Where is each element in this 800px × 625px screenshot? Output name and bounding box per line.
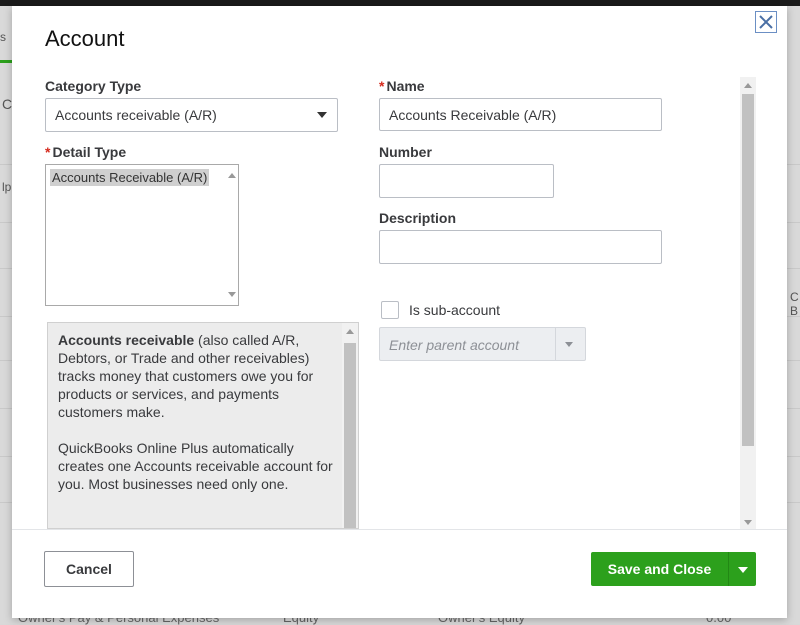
save-options-dropdown[interactable] [729,552,756,586]
chevron-down-icon [738,567,748,573]
category-type-select[interactable]: Accounts receivable (A/R) [45,98,338,132]
name-label-text: Name [386,78,425,94]
name-label: * Name [379,78,425,94]
scroll-up-icon[interactable] [744,83,752,88]
detail-type-label: * Detail Type [45,144,126,160]
required-marker: * [379,78,385,94]
background-tab-fragment: s [0,30,6,44]
description-field[interactable] [379,230,662,264]
description-bold-term: Accounts receivable [58,332,195,348]
background-edge-letter: lp [2,180,12,194]
background-active-tab-indicator [0,60,12,63]
detail-type-option[interactable]: Accounts Receivable (A/R) [50,169,210,186]
form-scroll-thumb[interactable] [742,94,754,446]
category-type-value: Accounts receivable (A/R) [55,107,217,123]
parent-account-placeholder: Enter parent account [389,337,519,353]
background-edge-letter: C B [790,290,799,318]
description-scrollbar[interactable] [342,323,358,528]
scroll-up-icon[interactable] [346,329,354,334]
save-and-close-button[interactable]: Save and Close [591,552,728,586]
number-field[interactable] [379,164,554,198]
required-marker: * [45,144,51,160]
detail-type-description: Accounts receivable (also called A/R, De… [47,322,359,529]
parent-account-select: Enter parent account [379,327,586,361]
close-button[interactable] [755,11,777,33]
chevron-down-icon [565,342,573,347]
background-edge-letter: C [2,96,13,112]
description-scroll-thumb[interactable] [344,343,356,528]
sub-account-label[interactable]: Is sub-account [409,302,500,318]
number-label: Number [379,144,432,160]
detail-type-label-text: Detail Type [52,144,127,160]
name-field[interactable] [379,98,662,131]
account-modal: Account Category Type Accounts receivabl… [12,6,787,618]
description-paragraph-2: QuickBooks Online Plus automatically cre… [58,440,333,492]
scroll-down-icon[interactable] [744,520,752,525]
detail-type-listbox[interactable]: Accounts Receivable (A/R) [45,164,239,306]
cancel-button[interactable]: Cancel [44,551,134,587]
scroll-down-icon[interactable] [228,292,236,297]
save-and-close-button-group: Save and Close [591,552,756,586]
modal-title: Account [45,26,125,51]
category-type-label: Category Type [45,78,142,94]
description-label: Description [379,210,457,226]
chevron-down-icon [317,112,327,118]
select-divider [555,328,556,360]
footer-divider [12,529,787,530]
description-text: Accounts receivable (also called A/R, De… [58,331,338,511]
sub-account-checkbox[interactable] [381,301,399,319]
close-icon [759,15,773,29]
scroll-up-icon[interactable] [228,173,236,178]
